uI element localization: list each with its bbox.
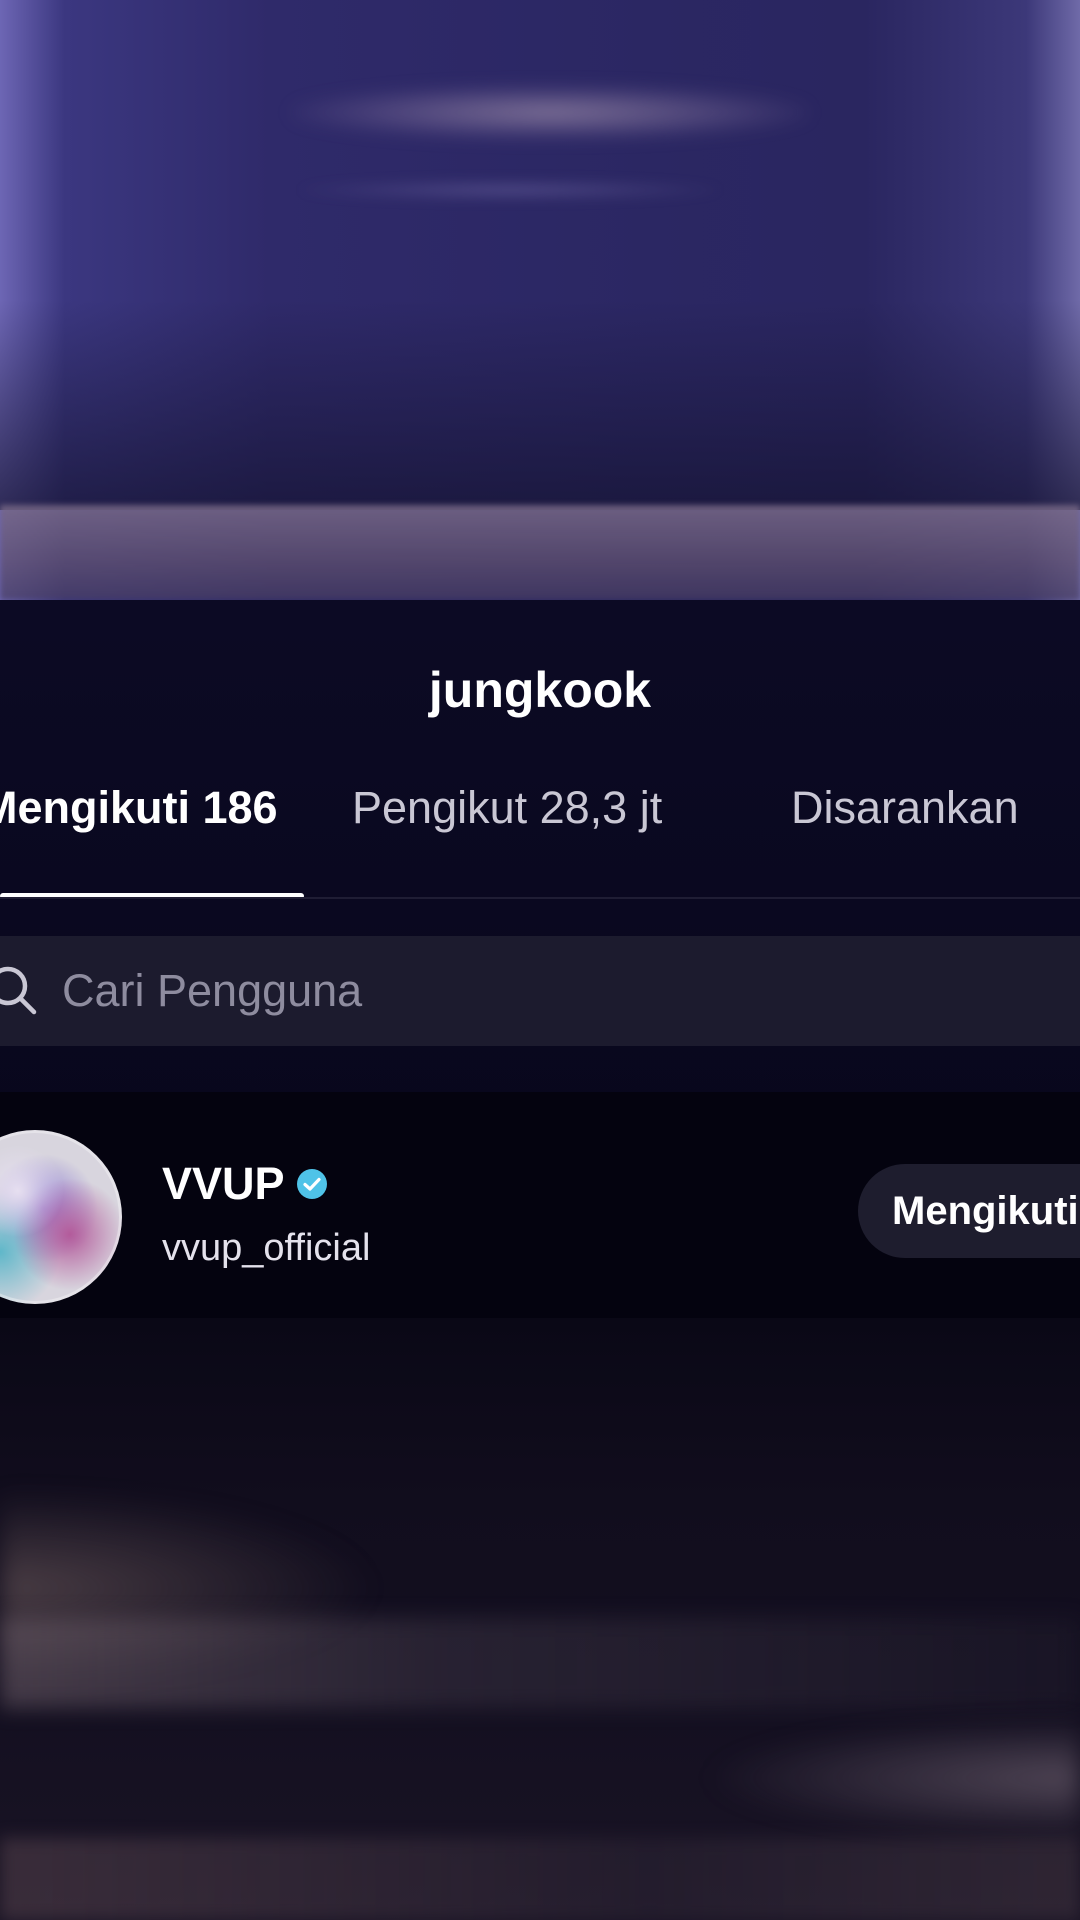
search-icon bbox=[0, 966, 37, 1015]
avatar[interactable] bbox=[0, 1130, 122, 1304]
background-blur-streak bbox=[290, 85, 810, 140]
background-blur-streak bbox=[700, 1718, 1080, 1838]
tab-divider bbox=[0, 897, 1080, 899]
background-blur-band bbox=[0, 1618, 1080, 1708]
background-blur-band bbox=[0, 505, 1080, 600]
tab-following[interactable]: Mengikuti 186 bbox=[0, 778, 278, 838]
user-handle: vvup_official bbox=[162, 1227, 371, 1269]
blurred-video-background-top bbox=[0, 0, 1080, 600]
verified-badge-icon bbox=[297, 1169, 327, 1199]
sheet-title: jungkook bbox=[428, 662, 652, 718]
follow-list-sheet: jungkook Mengikuti 186 Pengikut 28,3 jt … bbox=[0, 600, 1080, 1318]
search-input[interactable] bbox=[62, 961, 962, 1021]
search-bar[interactable] bbox=[0, 936, 1080, 1046]
screen: jungkook Mengikuti 186 Pengikut 28,3 jt … bbox=[0, 0, 1080, 1920]
background-blur-band bbox=[0, 1838, 1080, 1920]
background-blur-band bbox=[0, 300, 1080, 510]
following-button[interactable]: Mengikuti bbox=[858, 1164, 1080, 1258]
tab-suggested[interactable]: Disarankan bbox=[791, 778, 1019, 838]
tab-followers[interactable]: Pengikut 28,3 jt bbox=[352, 778, 662, 838]
background-blur-streak bbox=[300, 180, 720, 200]
tab-bar: Mengikuti 186 Pengikut 28,3 jt Disaranka… bbox=[0, 778, 1080, 898]
user-display-name: VVUP bbox=[162, 1158, 285, 1209]
blurred-video-background-bottom bbox=[0, 1318, 1080, 1920]
user-list-item[interactable]: VVUP vvup_official Mengikuti bbox=[0, 1092, 1080, 1318]
